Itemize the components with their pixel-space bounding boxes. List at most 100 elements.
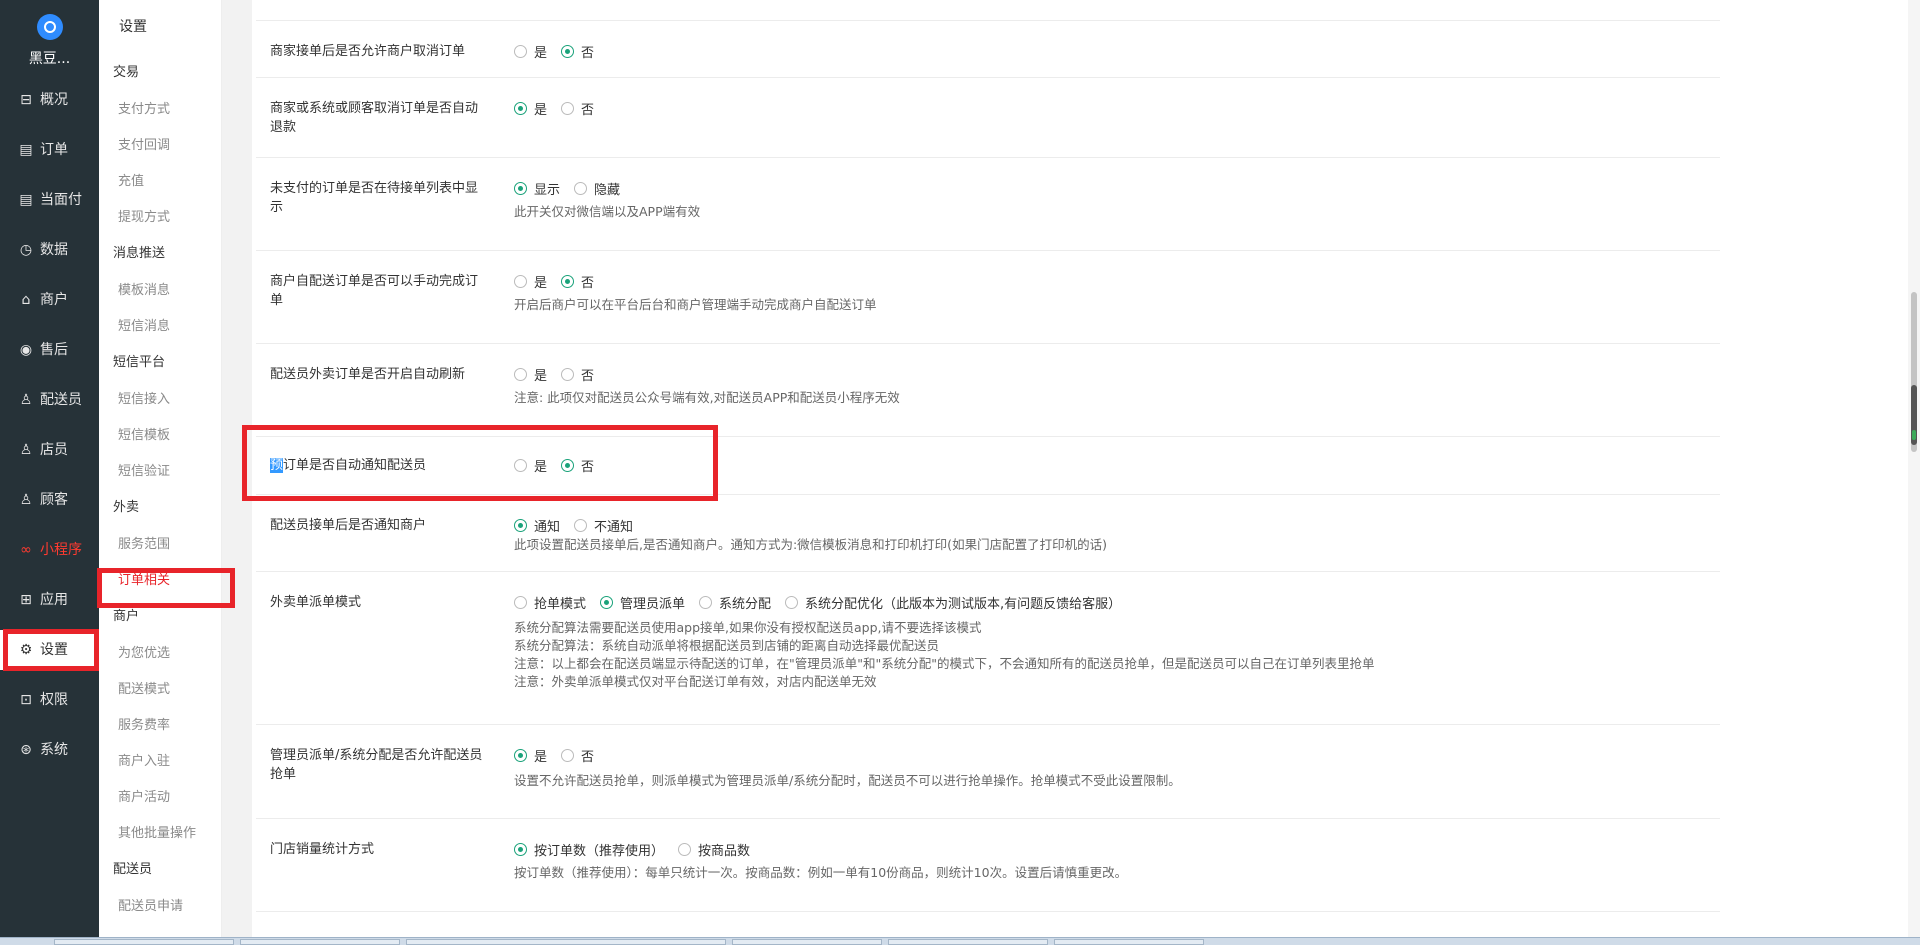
radio-button[interactable] — [514, 368, 527, 381]
taskbar-item[interactable] — [888, 939, 1048, 945]
radio-button[interactable] — [514, 102, 527, 115]
submenu-item[interactable]: 商户活动 — [118, 786, 170, 805]
nav-item-order[interactable]: ▤ 订单 — [0, 130, 99, 170]
vertical-scrollbar[interactable] — [1908, 0, 1920, 944]
submenu-group-header: 配送员 — [113, 862, 153, 877]
submenu-item[interactable]: 短信模板 — [118, 424, 170, 443]
setting-row: 配送员外卖订单是否开启自动刷新是否注意: 此项仅对配送员公众号端有效,对配送员A… — [256, 343, 1720, 437]
radio-option[interactable]: 系统分配 — [699, 593, 771, 612]
nav-item-face-pay[interactable]: ▤ 当面付 — [0, 180, 99, 220]
submenu-item[interactable]: 短信验证 — [118, 460, 170, 479]
radio-option[interactable]: 抢单模式 — [514, 593, 586, 612]
radio-button[interactable] — [514, 459, 527, 472]
radio-option[interactable]: 是 — [514, 365, 547, 384]
nav-item-lock[interactable]: ⊡ 权限 — [0, 680, 99, 720]
nav-item-label: 配送员 — [40, 392, 82, 408]
submenu-item[interactable]: 配送员申请 — [118, 895, 183, 914]
radio-option[interactable]: 否 — [561, 99, 594, 118]
submenu-item[interactable]: 配送模式 — [118, 678, 170, 697]
nav-item-gear[interactable]: ⚙ 设置 — [0, 630, 99, 670]
radio-button[interactable] — [514, 749, 527, 762]
radio-button[interactable] — [514, 519, 527, 532]
nav-item-after-sale[interactable]: ◉ 售后 — [0, 330, 99, 370]
radio-button[interactable] — [561, 45, 575, 58]
radio-button[interactable] — [600, 596, 614, 609]
radio-option[interactable]: 不通知 — [574, 516, 633, 535]
nav-item-mini-program[interactable]: ∞ 小程序 — [0, 530, 99, 570]
radio-option[interactable]: 否 — [561, 42, 594, 61]
radio-option[interactable]: 隐藏 — [574, 179, 620, 198]
nav-item-clerk[interactable]: ♙ 店员 — [0, 430, 99, 470]
radio-button[interactable] — [561, 459, 575, 472]
radio-label: 是 — [534, 103, 548, 118]
radio-option[interactable]: 否 — [561, 746, 594, 765]
radio-option[interactable]: 是 — [514, 272, 547, 291]
setting-row: 管理员派单/系统分配是否允许配送员抢单是否设置不允许配送员抢单，则派单模式为管理… — [256, 724, 1720, 819]
radio-button[interactable] — [514, 275, 527, 288]
submenu-item[interactable]: 充值 — [118, 170, 144, 189]
radio-option[interactable]: 是 — [514, 746, 547, 765]
radio-option[interactable]: 否 — [561, 272, 594, 291]
radio-button[interactable] — [574, 519, 588, 532]
nav-item-system[interactable]: ⊛ 系统 — [0, 730, 99, 770]
radio-option[interactable]: 是 — [514, 99, 547, 118]
radio-button[interactable] — [514, 45, 527, 58]
submenu-item[interactable]: 订单相关 — [118, 569, 170, 588]
submenu-item[interactable]: 其他批量操作 — [118, 822, 196, 841]
taskbar-item[interactable] — [1054, 939, 1204, 945]
radio-label: 显示 — [534, 183, 561, 198]
radio-button[interactable] — [514, 843, 527, 856]
radio-button[interactable] — [678, 843, 692, 856]
submenu-item[interactable]: 短信消息 — [118, 315, 170, 334]
setting-label: 商户自配送订单是否可以手动完成订单 — [270, 272, 490, 310]
radio-button[interactable] — [785, 596, 799, 609]
radio-option[interactable]: 否 — [561, 456, 594, 475]
submenu-item[interactable]: 短信接入 — [118, 388, 170, 407]
submenu-item[interactable]: 服务范围 — [118, 533, 170, 552]
taskbar-item[interactable] — [54, 939, 234, 945]
radio-option[interactable]: 通知 — [514, 516, 560, 535]
radio-option[interactable]: 是 — [514, 456, 547, 475]
dashboard-icon: ⊟ — [20, 92, 32, 108]
submenu-item[interactable]: 商户入驻 — [118, 750, 170, 769]
radio-option[interactable]: 按订单数（推荐使用） — [514, 840, 664, 859]
radio-option[interactable]: 是 — [514, 42, 547, 61]
radio-option[interactable]: 管理员派单 — [600, 593, 685, 612]
nav-item-courier[interactable]: ♙ 配送员 — [0, 380, 99, 420]
submenu-item[interactable]: 模板消息 — [118, 279, 170, 298]
radio-option[interactable]: 按商品数 — [678, 840, 750, 859]
radio-button[interactable] — [514, 596, 527, 609]
submenu-item[interactable]: 为您优选 — [118, 642, 170, 661]
submenu-item[interactable]: 服务费率 — [118, 714, 170, 733]
radio-option[interactable]: 系统分配优化（此版本为测试版本,有问题反馈给客服） — [785, 593, 1121, 612]
radio-option[interactable]: 否 — [561, 365, 594, 384]
radio-label: 系统分配 — [719, 597, 772, 612]
radio-button[interactable] — [561, 102, 575, 115]
submenu-item[interactable]: 提现方式 — [118, 206, 170, 225]
nav-item-dashboard[interactable]: ⊟ 概况 — [0, 80, 99, 120]
radio-label: 系统分配优化（此版本为测试版本,有问题反馈给客服） — [805, 597, 1122, 612]
submenu-item[interactable]: 支付方式 — [118, 98, 170, 117]
setting-note: 此开关仅对微信端以及APP端有效 — [514, 204, 701, 219]
radio-button[interactable] — [561, 749, 575, 762]
setting-label-text: 商家或系统或顾客取消订单是否自动退款 — [270, 101, 479, 135]
radio-label: 否 — [581, 750, 595, 765]
nav-item-customer[interactable]: ♙ 顾客 — [0, 480, 99, 520]
radio-button[interactable] — [574, 182, 588, 195]
submenu-group-header: 交易 — [113, 65, 140, 80]
nav-item-apps[interactable]: ⊞ 应用 — [0, 580, 99, 620]
taskbar-item[interactable] — [732, 939, 882, 945]
brand[interactable]: 黑豆... — [0, 14, 99, 68]
nav-item-data[interactable]: ◷ 数据 — [0, 230, 99, 270]
radio-button[interactable] — [561, 368, 575, 381]
submenu-item[interactable]: 支付回调 — [118, 134, 170, 153]
radio-button[interactable] — [699, 596, 713, 609]
radio-button[interactable] — [514, 182, 527, 195]
setting-note: 系统分配算法：系统自动派单将根据配送员到店铺的距离自动选择最优配送员 — [514, 638, 940, 653]
radio-button[interactable] — [561, 275, 575, 288]
taskbar-item[interactable] — [406, 939, 726, 945]
nav-item-merchant[interactable]: ⌂ 商户 — [0, 280, 99, 320]
setting-label-text: 配送员外卖订单是否开启自动刷新 — [270, 367, 466, 382]
taskbar-item[interactable] — [240, 939, 400, 945]
radio-option[interactable]: 显示 — [514, 179, 560, 198]
